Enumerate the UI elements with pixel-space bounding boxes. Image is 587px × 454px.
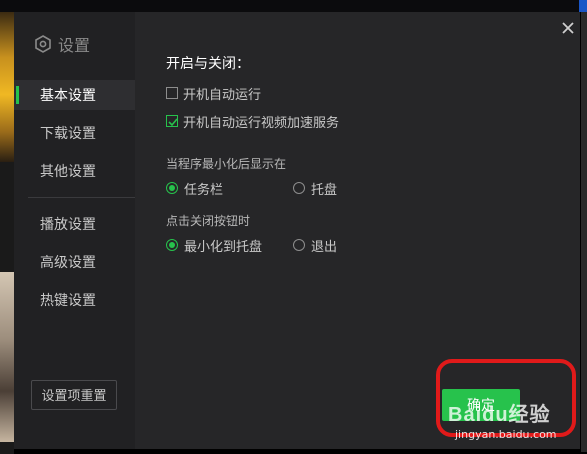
radio-button[interactable] [293,182,305,194]
section-title: 开启与关闭： [166,55,250,71]
checkbox-box[interactable] [166,87,178,99]
sidebar-item-other[interactable]: 其他设置 [14,156,135,186]
sidebar-item-hotkeys[interactable]: 热键设置 [14,285,135,315]
radio-label: 最小化到托盘 [184,238,263,254]
background-window-accent [579,0,587,12]
settings-sidebar: 设置 基本设置 下载设置 其他设置 播放设置 高级设置 热键设置 设置项重置 [14,12,135,449]
checkbox-label: 开机自动运行视频加速服务 [183,114,340,130]
radio-exit[interactable]: 退出 [293,236,337,254]
sidebar-item-playback[interactable]: 播放设置 [14,209,135,239]
checkmark-icon [168,118,178,127]
checkbox-autostart-accel[interactable]: 开机自动运行视频加速服务 [166,112,339,130]
radio-minimize-to-tray[interactable]: 最小化到托盘 [166,236,262,254]
background-poster [0,12,14,162]
checkbox-box[interactable] [166,115,178,127]
radio-label: 托盘 [311,181,338,197]
checkbox-label: 开机自动运行 [183,86,262,102]
background-window-left [0,12,14,454]
minimize-group-label: 当程序最小化后显示在 [166,157,287,171]
close-group-label: 点击关闭按钮时 [166,214,251,228]
radio-taskbar[interactable]: 任务栏 [166,179,223,197]
reset-settings-button[interactable]: 设置项重置 [31,380,117,410]
background-poster [0,272,14,442]
sidebar-divider [28,197,135,198]
sidebar-item-advanced[interactable]: 高级设置 [14,247,135,277]
radio-tray[interactable]: 托盘 [293,179,337,197]
watermark-url: jingyan.baidu.com [455,428,557,441]
radio-label: 任务栏 [184,181,224,197]
radio-button[interactable] [293,239,305,251]
radio-label: 退出 [311,238,338,254]
background-window-edge [581,12,587,452]
radio-button[interactable] [166,182,178,194]
sidebar-title: 设置 [34,32,90,56]
radio-button[interactable] [166,239,178,251]
sidebar-item-download[interactable]: 下载设置 [14,118,135,148]
background-window-top [0,0,587,12]
sidebar-title-label: 设置 [58,38,91,55]
watermark-logo: Baidu经验 [448,404,551,426]
checkbox-autostart[interactable]: 开机自动运行 [166,84,261,102]
sidebar-item-basic[interactable]: 基本设置 [14,80,135,110]
settings-hexagon-icon [35,35,51,53]
